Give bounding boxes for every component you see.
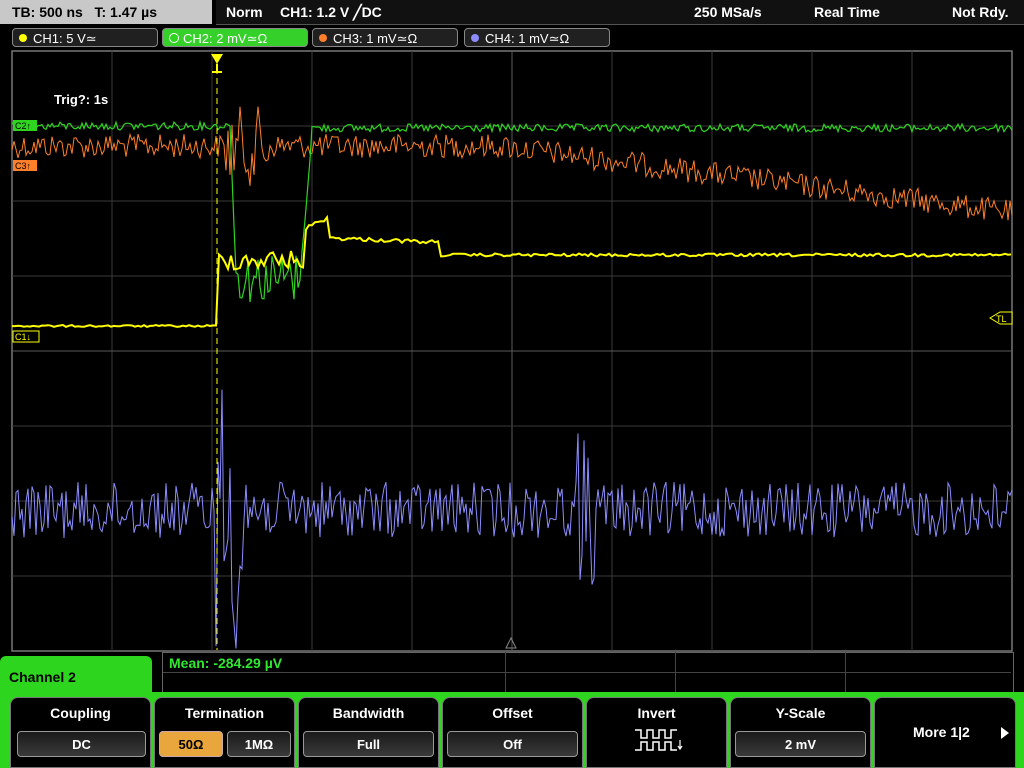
tab-ch4-label: CH4: 1 mV≃Ω bbox=[485, 31, 570, 46]
offset-title: Offset bbox=[492, 705, 533, 721]
termination-title: Termination bbox=[184, 705, 265, 721]
tab-ch2[interactable]: CH2: 2 mV≃Ω bbox=[162, 28, 308, 47]
tab-ch2-label: CH2: 2 mV≃Ω bbox=[183, 31, 268, 46]
waveform-display[interactable]: TL C1↓ C2↑ C3↑ Trig?: 1s bbox=[0, 50, 1024, 652]
ch2-marker-label: C2↑ bbox=[15, 121, 31, 131]
measurement-divider bbox=[163, 672, 1011, 673]
ch2-dot-icon bbox=[169, 33, 179, 43]
ch3-dot-icon bbox=[319, 34, 327, 42]
yscale-title: Y-Scale bbox=[775, 705, 826, 721]
timebase-value: TB: 500 ns bbox=[12, 4, 83, 20]
yscale-softkey[interactable]: Y-Scale 2 mV bbox=[730, 697, 871, 768]
more-label: More 1|2 bbox=[913, 724, 970, 740]
ch1-dot-icon bbox=[19, 34, 27, 42]
trigger-status: Not Rdy. bbox=[952, 4, 1009, 20]
termination-softkey[interactable]: Termination 50Ω 1MΩ bbox=[154, 697, 295, 768]
bandwidth-title: Bandwidth bbox=[332, 705, 405, 721]
ch1-marker-label: C1↓ bbox=[15, 332, 31, 342]
tab-ch3[interactable]: CH3: 1 mV≃Ω bbox=[312, 28, 458, 47]
ch4-dot-icon bbox=[471, 34, 479, 42]
menu-title: Channel 2 bbox=[0, 656, 152, 696]
status-bar: TB: 500 ns T: 1.47 µs Norm CH1: 1.2 V ╱D… bbox=[0, 0, 1024, 25]
more-arrow-icon bbox=[1001, 727, 1009, 739]
coupling-title: Coupling bbox=[50, 705, 111, 721]
more-softkey[interactable]: More 1|2 bbox=[874, 697, 1016, 768]
timebase-box[interactable]: TB: 500 ns T: 1.47 µs bbox=[0, 0, 212, 24]
invert-waveform-icon bbox=[635, 729, 683, 751]
tab-ch3-label: CH3: 1 mV≃Ω bbox=[333, 31, 418, 46]
trigger-level-label: TL bbox=[996, 314, 1007, 324]
sample-rate: 250 MSa/s bbox=[694, 4, 762, 20]
termination-50ohm-option[interactable]: 50Ω bbox=[159, 731, 223, 757]
yscale-value[interactable]: 2 mV bbox=[735, 731, 866, 757]
trigger-source[interactable]: CH1: 1.2 V ╱DC bbox=[280, 0, 382, 24]
acquisition-mode: Real Time bbox=[814, 4, 880, 20]
bandwidth-value[interactable]: Full bbox=[303, 731, 434, 757]
offset-softkey[interactable]: Offset Off bbox=[442, 697, 583, 768]
ch3-marker-label: C3↑ bbox=[15, 161, 31, 171]
tab-ch1[interactable]: CH1: 5 V≃ bbox=[12, 28, 158, 47]
tab-ch4[interactable]: CH4: 1 mV≃Ω bbox=[464, 28, 610, 47]
tab-ch1-label: CH1: 5 V≃ bbox=[33, 31, 97, 46]
acquisition-info: Norm CH1: 1.2 V ╱DC 250 MSa/s Real Time … bbox=[216, 0, 1024, 25]
trigger-time-value: T: 1.47 µs bbox=[94, 4, 158, 20]
coupling-softkey[interactable]: Coupling DC bbox=[10, 697, 151, 768]
termination-1mohm-option[interactable]: 1MΩ bbox=[227, 731, 291, 757]
bandwidth-softkey[interactable]: Bandwidth Full bbox=[298, 697, 439, 768]
offset-value[interactable]: Off bbox=[447, 731, 578, 757]
trigger-status-readout: Trig?: 1s bbox=[54, 92, 108, 107]
invert-title: Invert bbox=[637, 705, 676, 721]
trigger-mode[interactable]: Norm bbox=[226, 0, 263, 24]
invert-softkey[interactable]: Invert bbox=[586, 697, 727, 768]
coupling-value[interactable]: DC bbox=[17, 731, 146, 757]
measurement-mean: Mean: -284.29 µV bbox=[169, 655, 283, 671]
